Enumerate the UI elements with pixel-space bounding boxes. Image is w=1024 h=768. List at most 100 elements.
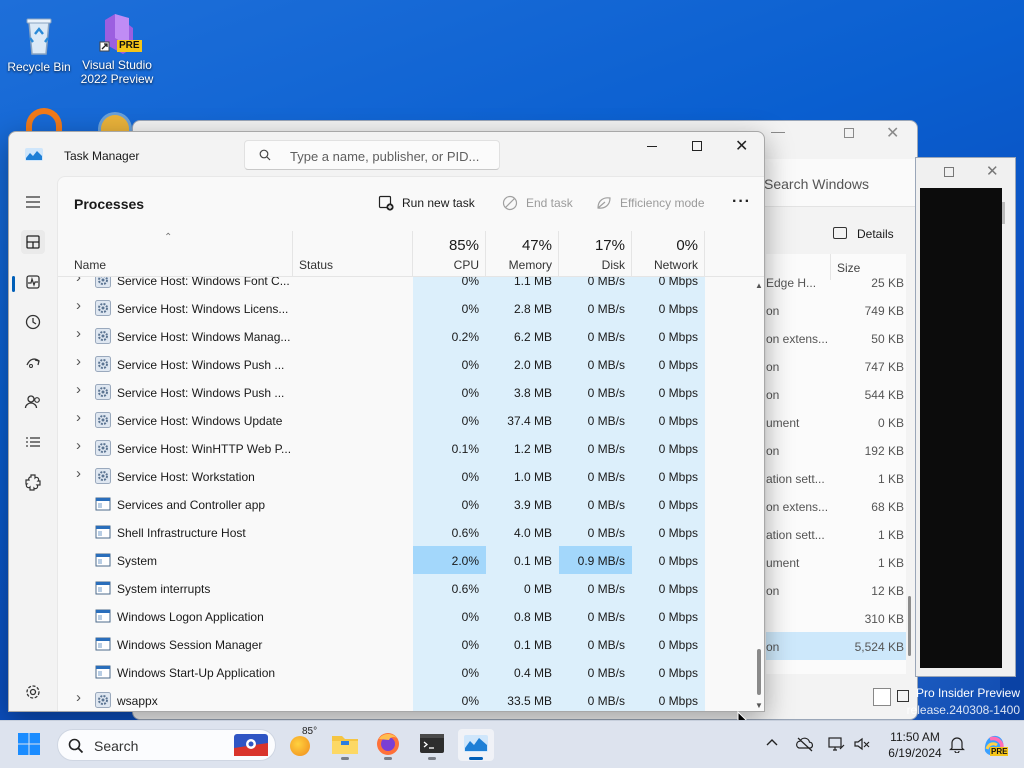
- terminal-window[interactable]: ✕: [915, 157, 1016, 677]
- weather-temp: 85°: [302, 726, 318, 737]
- processes-icon[interactable]: [21, 230, 45, 254]
- taskbar-file-explorer[interactable]: [327, 729, 363, 761]
- process-row[interactable]: › Service Host: WinHTTP Web P... 0.1% 1.2 M…: [58, 434, 758, 462]
- minimize-button[interactable]: [629, 132, 675, 162]
- process-row[interactable]: › Service Host: Windows Push ... 0% 2.0 MB 0…: [58, 350, 758, 378]
- file-row[interactable]: ation sett... 1 KB: [766, 520, 906, 548]
- process-row[interactable]: Services and Controller app 0% 3.9 MB 0 MB/…: [58, 490, 758, 518]
- process-row[interactable]: Windows Logon Application 0% 0.8 MB 0 MB/s 0…: [58, 602, 758, 630]
- file-row[interactable]: on extens... 68 KB: [766, 492, 906, 520]
- run-new-task-button[interactable]: Run new task: [378, 194, 488, 214]
- show-hidden-icons-chevron[interactable]: [764, 735, 780, 751]
- file-row[interactable]: ument 0 KB: [766, 408, 906, 436]
- process-row[interactable]: Shell Infrastructure Host 0.6% 4.0 MB 0 MB/…: [58, 518, 758, 546]
- cpu-column-header[interactable]: 85% CPU: [413, 231, 486, 277]
- desktop-icon-partial-2[interactable]: [98, 112, 132, 132]
- file-size: 747 KB: [864, 360, 904, 374]
- terminal-maximize-button[interactable]: [944, 167, 954, 177]
- details-icon[interactable]: [21, 430, 45, 454]
- process-row[interactable]: System 2.0% 0.1 MB 0.9 MB/s 0 Mbps: [58, 546, 758, 574]
- app-history-icon[interactable]: [21, 310, 45, 334]
- vertical-scrollbar[interactable]: ▲ ▼: [754, 277, 764, 711]
- terminal-console[interactable]: [920, 188, 1005, 668]
- process-row[interactable]: Windows Session Manager 0% 0.1 MB 0 MB/s 0 M…: [58, 630, 758, 658]
- expand-chevron-icon[interactable]: ›: [76, 381, 86, 398]
- explorer-scrollbar[interactable]: [908, 596, 911, 656]
- explorer-search-box[interactable]: Search Windows: [763, 159, 917, 207]
- explorer-details-button[interactable]: Details: [833, 226, 913, 246]
- close-button[interactable]: ✕: [719, 132, 764, 162]
- notifications-bell-icon[interactable]: [948, 735, 966, 754]
- scroll-thumb[interactable]: [757, 649, 761, 695]
- expand-chevron-icon[interactable]: ›: [76, 325, 86, 342]
- process-row[interactable]: › Service Host: Windows Manag... 0.2% 6.2 M…: [58, 322, 758, 350]
- taskbar-firefox[interactable]: [370, 729, 406, 761]
- process-row[interactable]: Windows Start-Up Application 0% 0.4 MB 0 MB…: [58, 658, 758, 686]
- process-row[interactable]: › Service Host: Workstation 0% 1.0 MB 0 MB/s…: [58, 462, 758, 490]
- desktop-icon-visual-studio[interactable]: PRE Visual Studio 2022 Preview: [79, 8, 155, 86]
- terminal-close-button[interactable]: ✕: [986, 162, 999, 180]
- file-row[interactable]: on extens... 50 KB: [766, 324, 906, 352]
- expand-chevron-icon[interactable]: ›: [76, 277, 86, 286]
- more-options-button[interactable]: ···: [730, 191, 756, 217]
- status-column-header[interactable]: Status: [293, 231, 413, 277]
- process-row[interactable]: › Service Host: Windows Licens... 0% 2.8 MB…: [58, 294, 758, 322]
- cloud-offline-icon[interactable]: [795, 735, 815, 753]
- disk-column-header[interactable]: 17% Disk: [559, 231, 632, 277]
- taskbar-terminal[interactable]: [414, 729, 450, 761]
- file-row[interactable]: on 12 KB: [766, 576, 906, 604]
- search-input[interactable]: Type a name, publisher, or PID...: [244, 140, 500, 170]
- end-task-button[interactable]: End task: [502, 194, 582, 214]
- maximize-button[interactable]: [674, 132, 720, 162]
- taskbar-weather[interactable]: 85°: [286, 726, 322, 761]
- expand-chevron-icon[interactable]: ›: [76, 409, 86, 426]
- network-column-header[interactable]: 0% Network: [632, 231, 705, 277]
- explorer-close-button[interactable]: ✕: [886, 123, 906, 143]
- task-manager-window[interactable]: Task Manager Type a name, publisher, or …: [8, 131, 765, 712]
- copilot-preview-icon[interactable]: PRE: [980, 731, 1009, 759]
- process-row[interactable]: › Service Host: Windows Update 0% 37.4 MB 0 …: [58, 406, 758, 434]
- file-row[interactable]: on 544 KB: [766, 380, 906, 408]
- name-column-header[interactable]: ⌃ Name: [58, 231, 293, 277]
- users-icon[interactable]: [21, 390, 45, 414]
- terminal-scrollbar[interactable]: [1002, 202, 1005, 224]
- start-button[interactable]: [16, 731, 46, 759]
- process-row[interactable]: › Service Host: Windows Font C... 0% 1.1 MB…: [58, 277, 758, 294]
- process-row[interactable]: System interrupts 0.6% 0 MB 0 MB/s 0 Mbps: [58, 574, 758, 602]
- explorer-minimize-button[interactable]: [771, 125, 785, 133]
- memory-column-header[interactable]: 47% Memory: [486, 231, 559, 277]
- process-row[interactable]: › Service Host: Windows Push ... 0% 3.8 MB 0…: [58, 378, 758, 406]
- desktop-icon-recycle-bin[interactable]: Recycle Bin: [1, 10, 77, 74]
- expand-chevron-icon[interactable]: ›: [76, 465, 86, 482]
- efficiency-mode-button[interactable]: Efficiency mode: [596, 194, 716, 214]
- file-row[interactable]: on 749 KB: [766, 296, 906, 324]
- taskbar-search-box[interactable]: Search: [57, 729, 276, 761]
- expand-chevron-icon[interactable]: ›: [76, 437, 86, 454]
- scroll-up-arrow[interactable]: ▲: [755, 281, 763, 290]
- services-icon[interactable]: [21, 470, 45, 494]
- startup-apps-icon[interactable]: [21, 350, 45, 374]
- file-row[interactable]: ument 1 KB: [766, 548, 906, 576]
- hamburger-menu-icon[interactable]: [21, 190, 45, 214]
- scroll-down-arrow[interactable]: ▼: [755, 701, 763, 710]
- process-row[interactable]: › wsappx 0% 33.5 MB 0 MB/s 0 Mbps: [58, 686, 758, 711]
- desktop-icon-partial-1[interactable]: [26, 108, 62, 132]
- expand-chevron-icon[interactable]: ›: [76, 297, 86, 314]
- file-row[interactable]: on 192 KB: [766, 436, 906, 464]
- file-row[interactable]: on 747 KB: [766, 352, 906, 380]
- expand-chevron-icon[interactable]: ›: [76, 689, 86, 706]
- list-view-icon[interactable]: [873, 688, 891, 706]
- file-row[interactable]: on 5,524 KB: [766, 632, 906, 660]
- system-clock[interactable]: 11:50 AM 6/19/2024: [880, 729, 950, 761]
- network-icon[interactable]: [827, 735, 845, 753]
- performance-icon[interactable]: [21, 270, 45, 294]
- file-row[interactable]: Edge H... 25 KB: [766, 268, 906, 296]
- taskbar-task-manager[interactable]: [458, 729, 494, 761]
- file-row[interactable]: ation sett... 1 KB: [766, 464, 906, 492]
- file-row[interactable]: 310 KB: [766, 604, 906, 632]
- expand-chevron-icon[interactable]: ›: [76, 353, 86, 370]
- title-bar[interactable]: Task Manager Type a name, publisher, or …: [9, 132, 764, 176]
- settings-gear-icon[interactable]: [21, 680, 45, 704]
- explorer-maximize-button[interactable]: [844, 128, 854, 138]
- volume-muted-icon[interactable]: [853, 735, 871, 753]
